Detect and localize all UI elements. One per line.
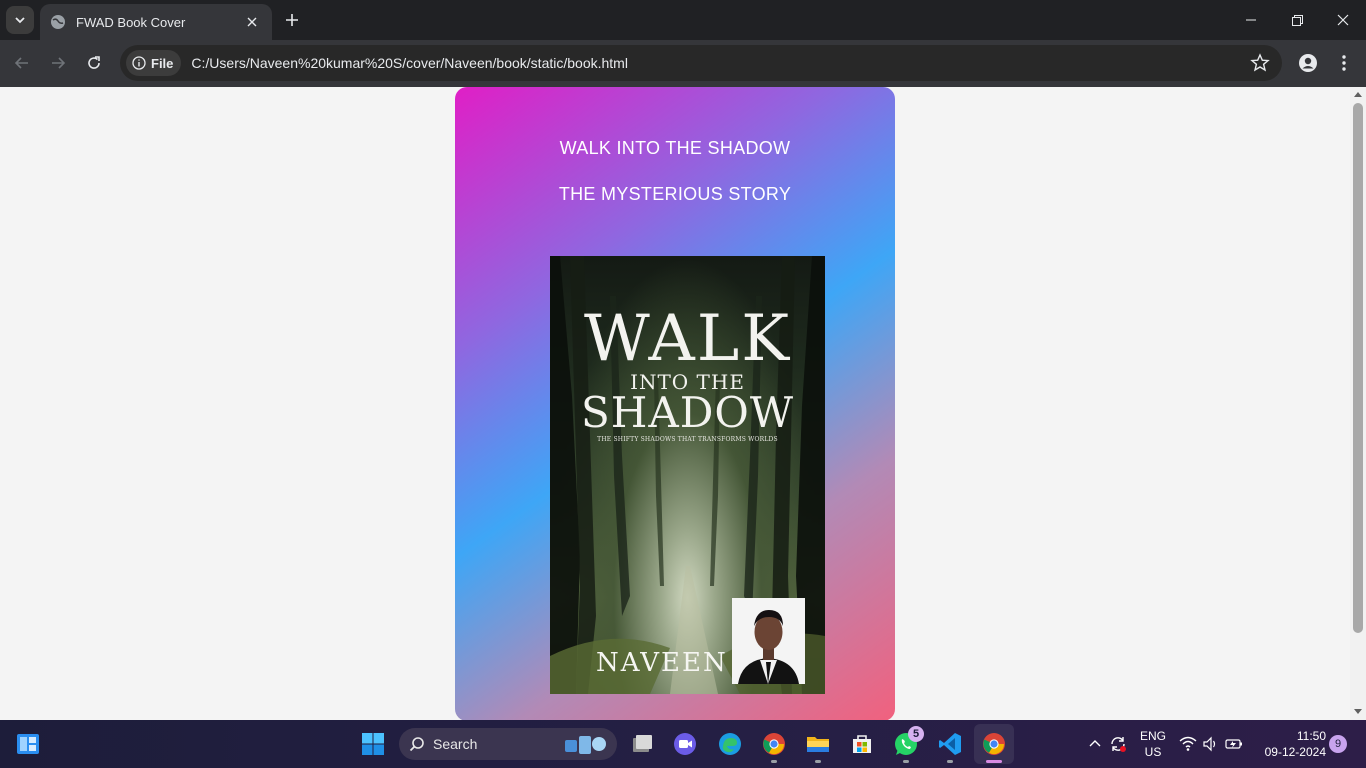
author-portrait	[732, 598, 805, 684]
search-highlight-icon	[565, 736, 606, 754]
running-indicator	[771, 760, 777, 763]
whatsapp-badge: 5	[908, 726, 924, 742]
profile-icon	[1299, 54, 1317, 72]
taskbar-search[interactable]: Search	[399, 728, 617, 760]
title-bar: FWAD Book Cover	[0, 0, 1366, 40]
cover-title-walk: WALK	[583, 302, 792, 376]
address-bar[interactable]: File C:/Users/Naveen%20kumar%20S/cover/N…	[120, 45, 1282, 81]
tray-time[interactable]: 11:50	[1256, 729, 1326, 743]
page-viewport: WALK INTO THE SHADOW THE MYSTERIOUS STOR…	[0, 87, 1350, 720]
taskbar-edge-app[interactable]	[710, 724, 750, 764]
taskbar-chrome-active[interactable]	[974, 724, 1014, 764]
cover-title-shadow: SHADOW	[580, 388, 794, 437]
volume-icon	[1203, 736, 1216, 752]
menu-button[interactable]	[1329, 48, 1359, 78]
notification-badge[interactable]: 9	[1329, 735, 1347, 753]
back-button[interactable]	[7, 48, 37, 78]
battery-icon	[1225, 739, 1242, 749]
windows-logo-icon	[362, 733, 384, 755]
heading-subtitle: THE MYSTERIOUS STORY	[558, 184, 792, 204]
globe-icon	[51, 15, 65, 29]
taskbar-whatsapp-app[interactable]: 5	[886, 724, 926, 764]
taskbar-store-app[interactable]	[842, 724, 882, 764]
sync-icon	[1111, 737, 1126, 752]
plus-icon	[286, 14, 298, 26]
close-window-button[interactable]	[1320, 0, 1366, 40]
author-photo	[732, 598, 805, 684]
vscode-icon	[939, 733, 961, 755]
browser-toolbar: File C:/Users/Naveen%20kumar%20S/cover/N…	[0, 40, 1366, 87]
windows-taskbar: Search 5 ENG US 11:50 09-12-2024	[0, 720, 1366, 768]
tray-language[interactable]: ENG	[1138, 729, 1168, 743]
tray-sync-button[interactable]	[1100, 724, 1136, 764]
running-indicator	[815, 760, 821, 763]
restore-button[interactable]	[1274, 0, 1320, 40]
task-view-icon	[633, 735, 652, 752]
widgets-icon	[17, 734, 39, 754]
url-text[interactable]: C:/Users/Naveen%20kumar%20S/cover/Naveen…	[191, 55, 628, 71]
scroll-up-arrow-icon[interactable]	[1354, 91, 1362, 99]
arrow-right-icon	[52, 57, 66, 69]
cover-tagline: THE SHIFTY SHADOWS THAT TRANSFORMS WORLD…	[597, 436, 778, 443]
running-indicator	[903, 760, 909, 763]
browser-tab[interactable]: FWAD Book Cover	[40, 4, 272, 40]
chrome-icon	[983, 733, 1005, 755]
bookmark-star-icon[interactable]	[1250, 53, 1270, 73]
running-indicator	[947, 760, 953, 763]
chrome-icon	[763, 733, 785, 755]
search-label: Search	[433, 736, 478, 752]
tray-network-volume-battery[interactable]	[1176, 724, 1246, 764]
cover-author-name: NAVEEN	[596, 648, 728, 678]
arrow-left-icon	[14, 57, 28, 69]
close-icon	[247, 17, 257, 27]
reload-button[interactable]	[79, 48, 109, 78]
video-chat-icon	[674, 733, 696, 755]
wifi-icon	[1179, 736, 1197, 751]
more-vertical-icon	[1342, 55, 1346, 71]
tab-title: FWAD Book Cover	[76, 14, 186, 30]
taskbar-vscode-app[interactable]	[930, 724, 970, 764]
reload-icon	[88, 56, 100, 69]
page-scrollbar[interactable]	[1350, 87, 1366, 720]
restore-icon	[1291, 14, 1303, 26]
profile-button[interactable]	[1293, 48, 1323, 78]
chevron-down-icon	[15, 17, 25, 24]
scrollbar-thumb[interactable]	[1353, 103, 1363, 633]
book-cover-image: WALK INTO THE SHADOW THE SHIFTY SHADOWS …	[550, 256, 825, 694]
store-icon	[853, 735, 871, 753]
tab-close-button[interactable]	[242, 12, 262, 32]
edge-browser-icon	[719, 733, 741, 755]
task-view-button[interactable]	[622, 724, 662, 764]
book-card: WALK INTO THE SHADOW THE MYSTERIOUS STOR…	[455, 87, 895, 720]
tray-region[interactable]: US	[1138, 745, 1168, 759]
close-icon	[1337, 14, 1349, 26]
tray-date[interactable]: 09-12-2024	[1256, 745, 1326, 759]
minimize-button[interactable]	[1228, 0, 1274, 40]
minimize-icon	[1246, 19, 1256, 21]
search-icon	[409, 737, 424, 752]
active-indicator	[986, 760, 1002, 763]
info-icon	[132, 56, 146, 70]
widgets-button[interactable]	[8, 724, 48, 764]
forward-button[interactable]	[43, 48, 73, 78]
taskbar-meet-app[interactable]	[665, 724, 705, 764]
start-button[interactable]	[353, 724, 393, 764]
taskbar-chrome-app[interactable]	[754, 724, 794, 764]
site-info-chip[interactable]: File	[126, 50, 182, 76]
tab-search-button[interactable]	[6, 6, 34, 34]
heading-title: WALK INTO THE SHADOW	[559, 138, 791, 158]
scroll-down-arrow-icon[interactable]	[1354, 707, 1362, 715]
folder-icon	[807, 737, 829, 752]
site-info-label: File	[151, 55, 174, 71]
taskbar-file-explorer[interactable]	[798, 724, 838, 764]
new-tab-button[interactable]	[280, 8, 304, 32]
